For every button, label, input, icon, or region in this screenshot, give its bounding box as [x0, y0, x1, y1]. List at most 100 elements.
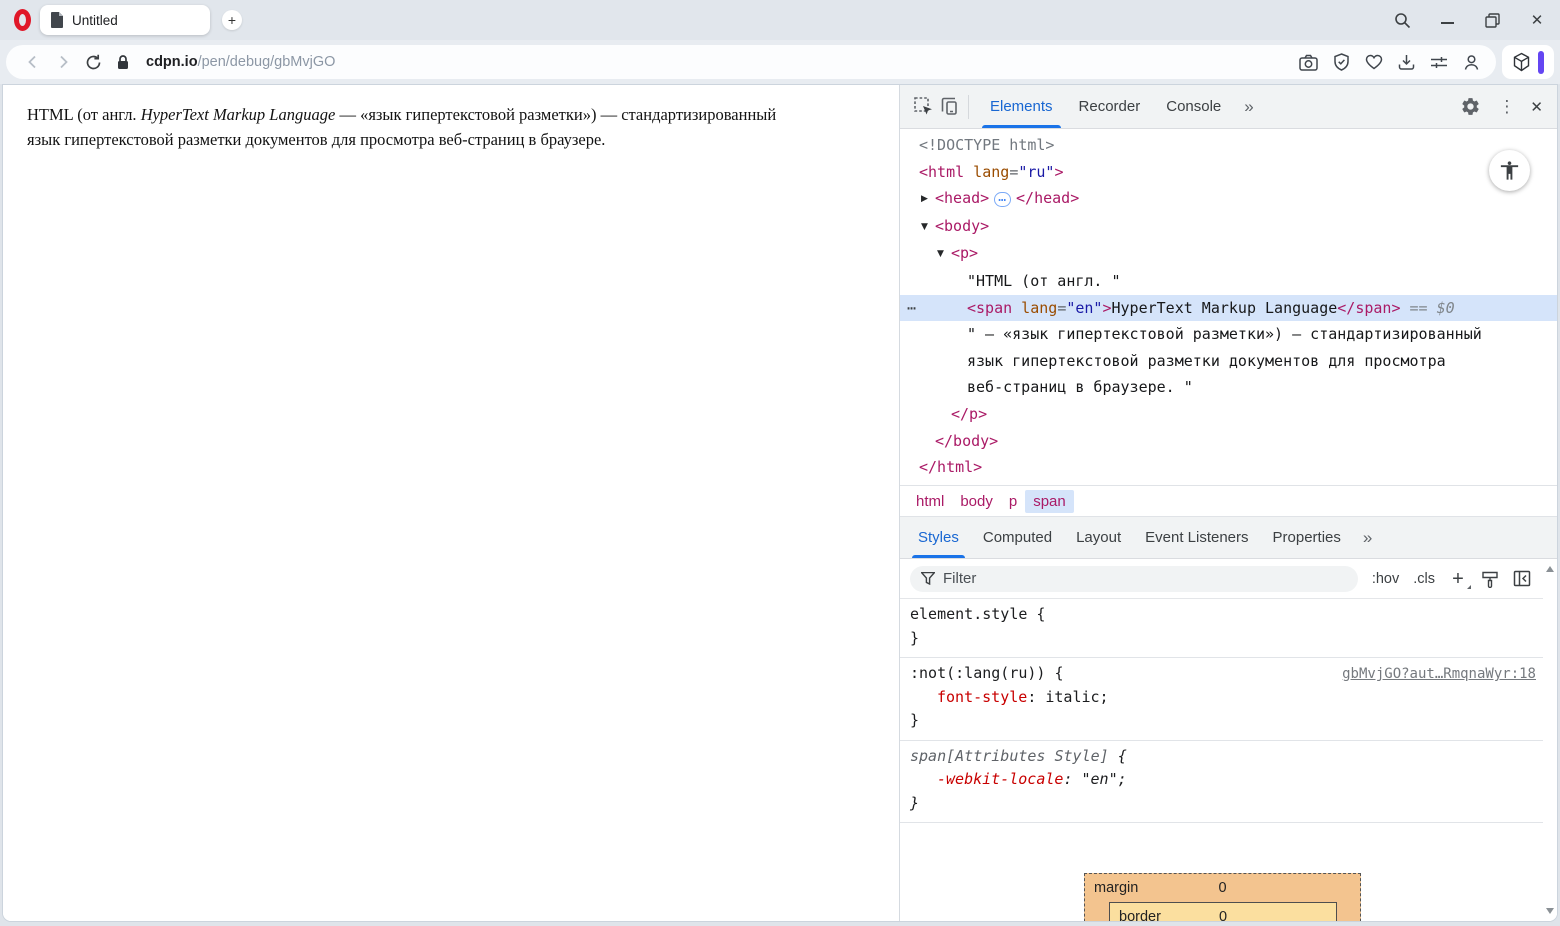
- dom-tree: <!DOCTYPE html><html lang="ru">▶<head>…<…: [900, 129, 1557, 485]
- search-icon[interactable]: [1393, 11, 1411, 29]
- toggle-sidebar-panel-icon[interactable]: [1513, 570, 1531, 587]
- tab-title: Untitled: [72, 13, 118, 28]
- box-model-border[interactable]: border 0: [1109, 902, 1337, 921]
- device-toolbar-icon[interactable]: [936, 94, 962, 120]
- code-segment: =: [1009, 163, 1018, 181]
- css-property-value[interactable]: "en";: [1082, 770, 1127, 788]
- lock-icon[interactable]: [108, 54, 138, 70]
- forward-icon[interactable]: [48, 55, 78, 69]
- sidebar-panel-widget[interactable]: [1502, 45, 1554, 79]
- collapse-arrow-icon[interactable]: ▼: [921, 214, 935, 241]
- breadcrumb: htmlbodypspan: [900, 485, 1557, 516]
- more-tabs-icon[interactable]: »: [1234, 97, 1262, 117]
- settings-gear-icon[interactable]: [1457, 94, 1483, 120]
- rendering-brush-icon[interactable]: [1481, 570, 1499, 588]
- style-rules: element.style {}:not(:lang(ru)) {gbMvjGO…: [900, 599, 1557, 823]
- download-icon[interactable]: [1398, 54, 1415, 71]
- stylesheet-link[interactable]: gbMvjGO?aut…RmqnaWyr:18: [1342, 663, 1536, 687]
- dom-node[interactable]: язык гипертекстовой разметки документов …: [900, 348, 1557, 375]
- expand-children-icon[interactable]: …: [994, 192, 1011, 207]
- style-rule: span[Attributes Style] {-webkit-locale: …: [900, 741, 1557, 824]
- dom-node[interactable]: ▼<body>: [900, 213, 1557, 241]
- breadcrumb-item-p[interactable]: p: [1001, 490, 1025, 513]
- more-options-kebab-icon[interactable]: ⋮: [1498, 97, 1515, 117]
- inspect-element-icon[interactable]: [910, 94, 936, 120]
- opera-logo-icon[interactable]: [14, 9, 31, 31]
- styles-tab-styles[interactable]: Styles: [906, 517, 971, 558]
- dom-node[interactable]: </body>: [900, 428, 1557, 455]
- box-model-margin[interactable]: margin 0 border 0: [1084, 873, 1361, 921]
- snapshot-camera-icon[interactable]: [1299, 54, 1318, 71]
- dom-node[interactable]: </html>: [900, 454, 1557, 481]
- devtools-tab-recorder[interactable]: Recorder: [1066, 85, 1154, 128]
- code-segment: lang: [1012, 299, 1057, 317]
- browser-tab[interactable]: Untitled: [40, 5, 210, 35]
- devtools-close-icon[interactable]: ✕: [1530, 98, 1543, 116]
- collapse-arrow-icon[interactable]: ▼: [937, 241, 951, 268]
- css-property-name[interactable]: -webkit-locale: [937, 770, 1063, 788]
- dom-node[interactable]: "HTML (от англ. ": [900, 268, 1557, 295]
- border-top-value[interactable]: 0: [1110, 909, 1336, 921]
- rule-selector[interactable]: element.style: [910, 605, 1027, 623]
- filter-pill[interactable]: [910, 566, 1358, 592]
- breadcrumb-item-span[interactable]: span: [1025, 490, 1074, 513]
- accessibility-floating-button[interactable]: [1489, 150, 1530, 191]
- url-path: /pen/debug/gbMvjGO: [198, 54, 336, 70]
- code-segment: "HTML (от англ. ": [967, 272, 1121, 290]
- toggle-class-button[interactable]: .cls: [1413, 571, 1435, 587]
- css-property-name[interactable]: font-style: [937, 688, 1027, 706]
- styles-filter-row: :hov .cls +: [900, 559, 1557, 599]
- css-property[interactable]: font-style: italic;: [910, 686, 1536, 710]
- reload-icon[interactable]: [78, 54, 108, 71]
- dom-node[interactable]: ▶<head>…</head>: [900, 185, 1557, 213]
- devtools-tabbar: ElementsRecorderConsole: [977, 85, 1234, 128]
- extensions-cube-icon[interactable]: [1512, 52, 1531, 72]
- dom-node[interactable]: <!DOCTYPE html>: [900, 132, 1557, 159]
- devtools-tab-console[interactable]: Console: [1153, 85, 1234, 128]
- devtools-tab-elements[interactable]: Elements: [977, 85, 1066, 128]
- css-property-value[interactable]: italic;: [1045, 688, 1108, 706]
- styles-tab-event-listeners[interactable]: Event Listeners: [1133, 517, 1260, 558]
- code-segment: </p>: [951, 405, 987, 423]
- breadcrumb-item-body[interactable]: body: [952, 490, 1001, 513]
- styles-tab-computed[interactable]: Computed: [971, 517, 1064, 558]
- back-icon[interactable]: [18, 55, 48, 69]
- toggle-hover-state-button[interactable]: :hov: [1372, 571, 1399, 587]
- dom-node[interactable]: " — «язык гипертекстовой разметки») — ст…: [900, 321, 1557, 348]
- css-property[interactable]: -webkit-locale: "en";: [910, 768, 1536, 792]
- styles-tab-layout[interactable]: Layout: [1064, 517, 1133, 558]
- rule-selector[interactable]: :not(:lang(ru)): [910, 664, 1045, 682]
- minimize-button[interactable]: [1438, 11, 1456, 29]
- dom-node[interactable]: ▼<p>: [900, 240, 1557, 268]
- code-segment: </span>: [1337, 299, 1400, 317]
- new-style-rule-button[interactable]: +: [1449, 570, 1467, 588]
- dom-node[interactable]: </p>: [900, 401, 1557, 428]
- scroll-up-icon[interactable]: [1546, 566, 1554, 572]
- filter-input[interactable]: [943, 570, 1347, 587]
- heart-icon[interactable]: [1365, 54, 1383, 70]
- code-segment: веб-страниц в браузере. ": [967, 378, 1193, 396]
- code-segment: == $0: [1401, 299, 1455, 317]
- easy-setup-sliders-icon[interactable]: [1430, 55, 1448, 70]
- url-text[interactable]: cdpn.io/pen/debug/gbMvjGO: [146, 54, 335, 70]
- code-segment: lang: [964, 163, 1009, 181]
- profile-icon[interactable]: [1463, 54, 1480, 71]
- address-bar[interactable]: cdpn.io/pen/debug/gbMvjGO: [6, 45, 1496, 79]
- maximize-button[interactable]: [1483, 11, 1501, 29]
- styles-scrollbar[interactable]: [1543, 559, 1557, 921]
- breadcrumb-item-html[interactable]: html: [908, 490, 952, 513]
- dom-node[interactable]: <html lang="ru">: [900, 159, 1557, 186]
- styles-more-tabs-icon[interactable]: »: [1353, 528, 1381, 548]
- expand-arrow-icon[interactable]: ▶: [921, 186, 935, 213]
- shield-check-icon[interactable]: [1333, 53, 1350, 71]
- code-segment: <html: [919, 163, 964, 181]
- new-tab-button[interactable]: +: [222, 10, 242, 30]
- node-options-icon[interactable]: ⋯: [907, 295, 917, 322]
- dom-node[interactable]: веб-страниц в браузере. ": [900, 374, 1557, 401]
- rule-selector[interactable]: span[Attributes Style]: [910, 747, 1109, 765]
- styles-tab-properties[interactable]: Properties: [1261, 517, 1353, 558]
- scroll-down-icon[interactable]: [1546, 908, 1554, 914]
- dom-node[interactable]: ⋯<span lang="en">HyperText Markup Langua…: [900, 295, 1557, 322]
- margin-top-value[interactable]: 0: [1085, 880, 1360, 896]
- close-window-button[interactable]: ✕: [1528, 11, 1546, 29]
